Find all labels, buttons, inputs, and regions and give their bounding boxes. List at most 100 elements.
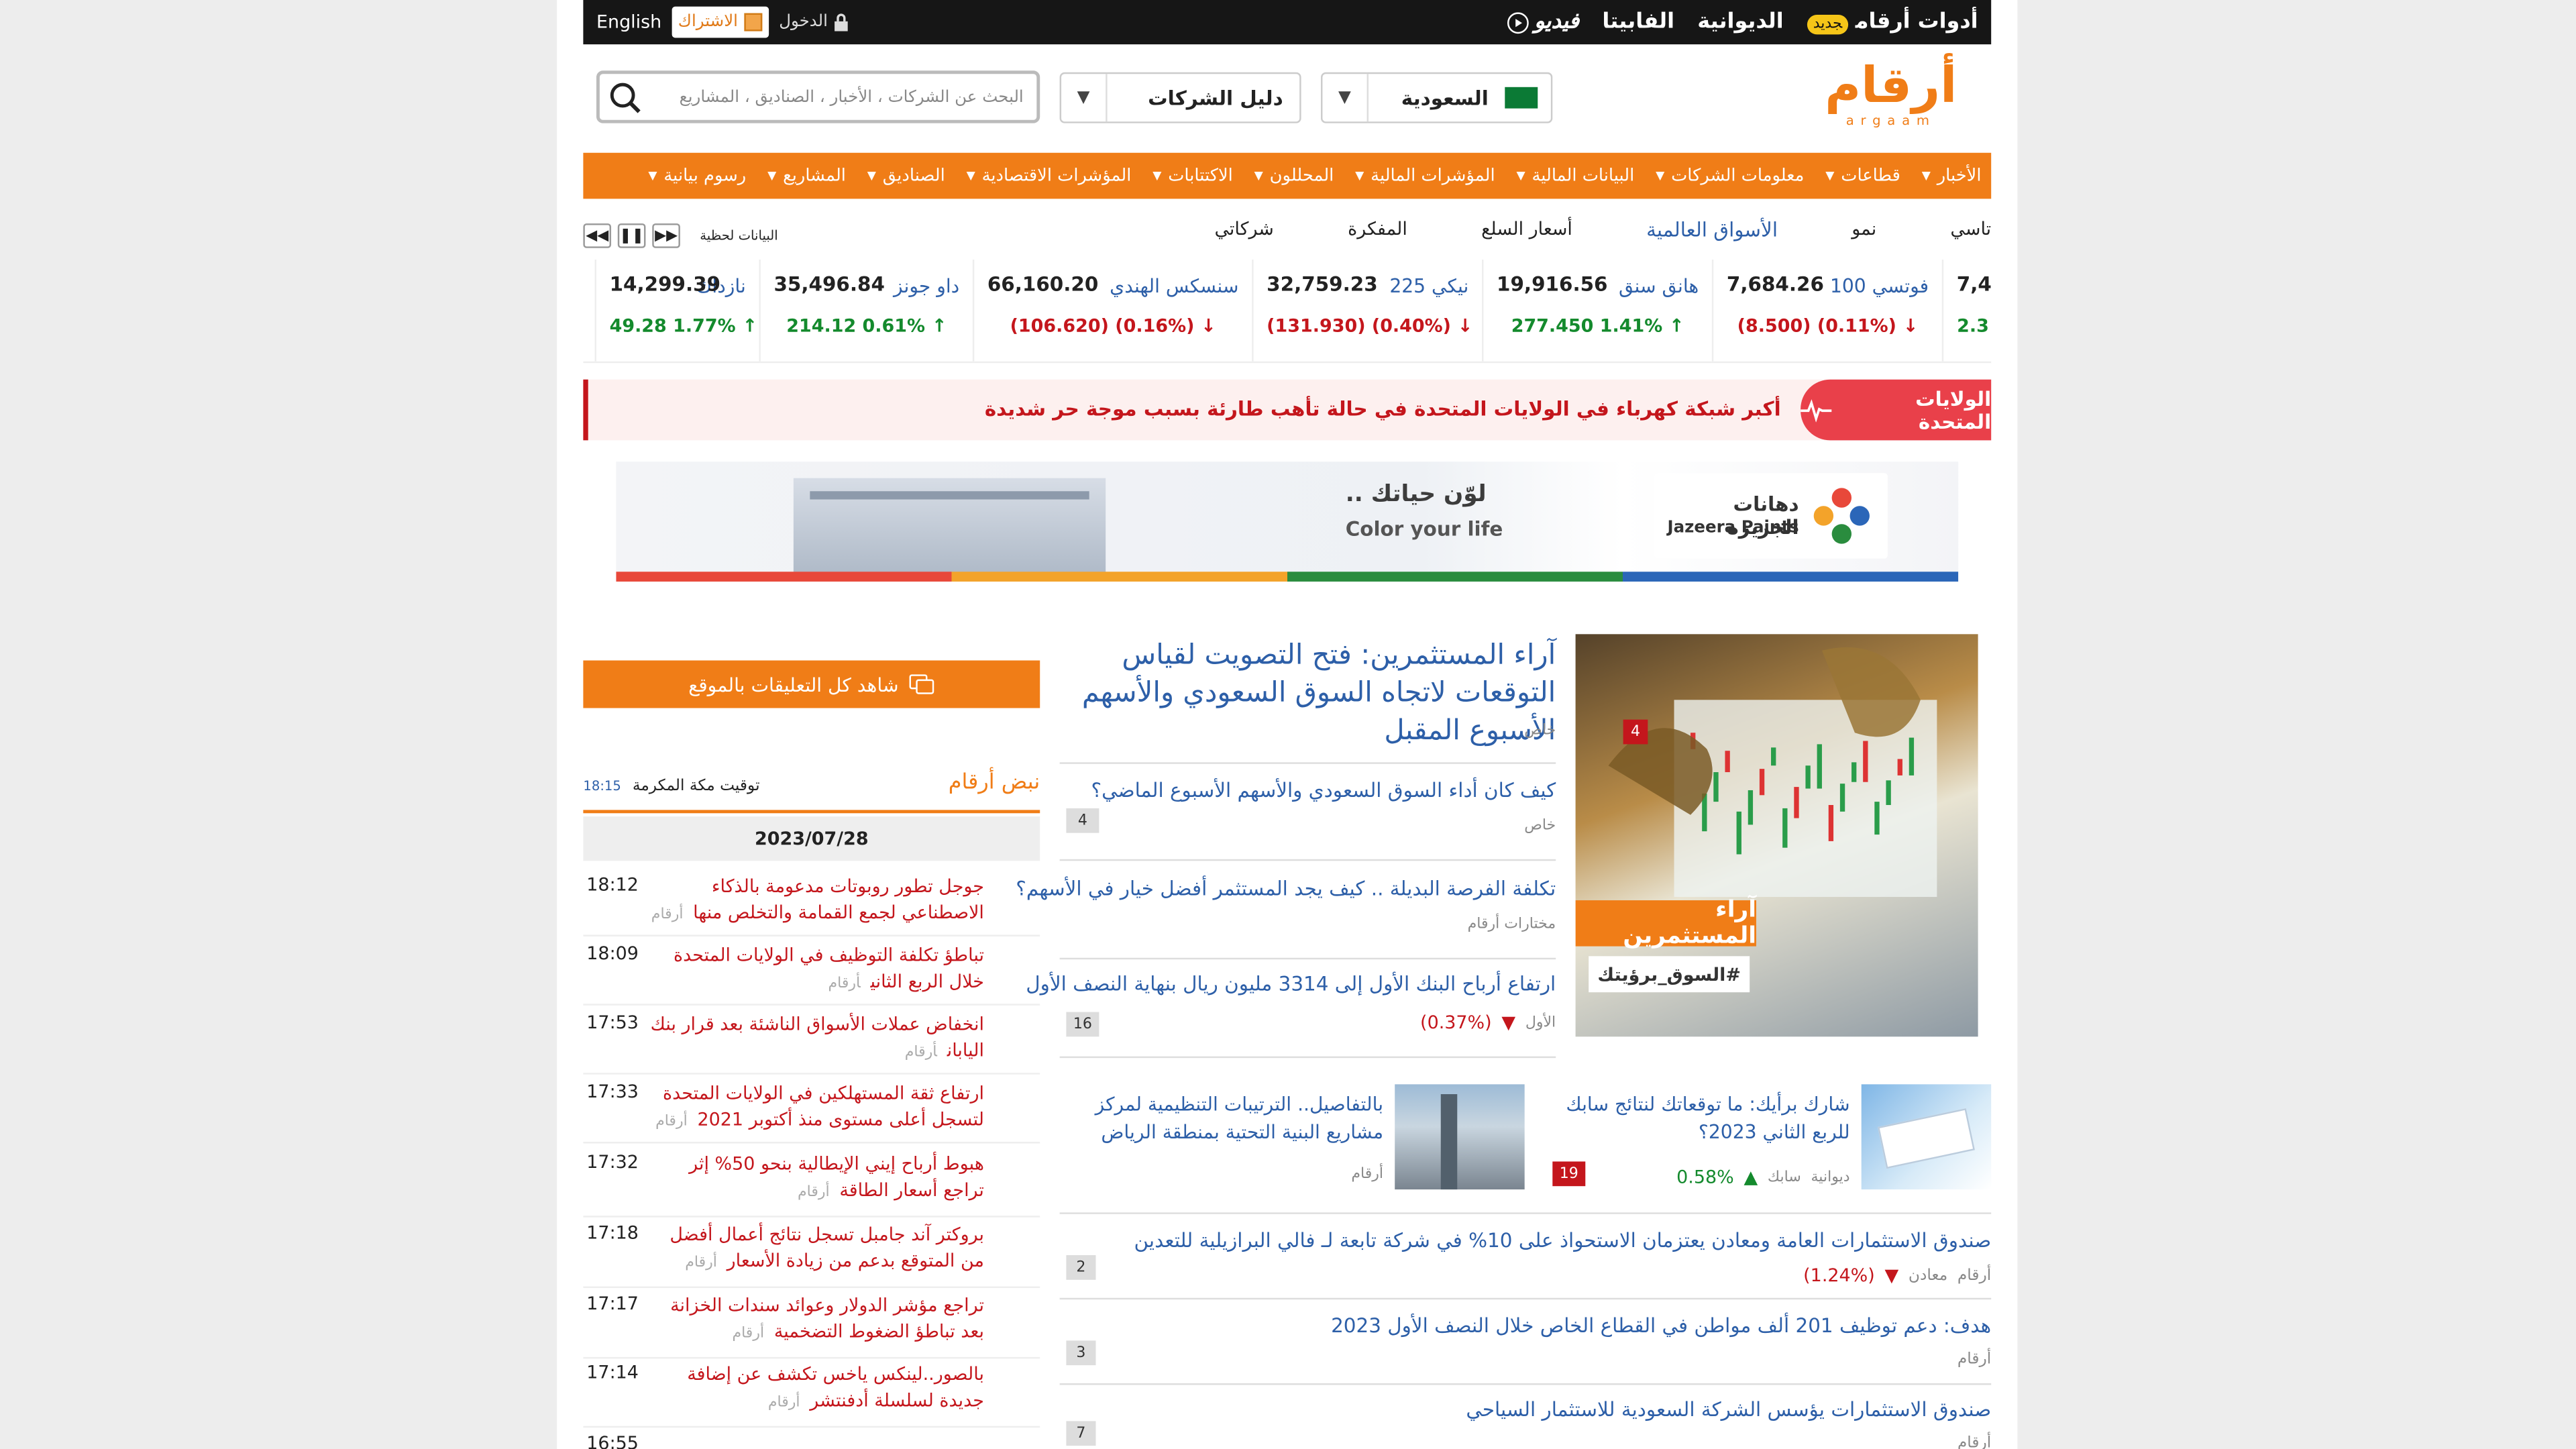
nav-item[interactable]: الأخبار ▼ — [1922, 166, 1982, 185]
ticker-item[interactable]: نازداك 14,299.39 49.28 1.77% ↑ — [594, 259, 759, 362]
ticker-item[interactable]: 7,46 2.3↑ — [1941, 259, 1991, 362]
market-tab[interactable]: نمو — [1851, 219, 1876, 248]
featured-link-comment-count[interactable]: 4 — [1066, 808, 1099, 833]
story-title[interactable]: صندوق الاستثمارات العامة ومعادن يعتزمان … — [1134, 1229, 1992, 1252]
pulse-headline[interactable]: بالصور..لينكس ياخس تكشف عن إضافة جديدة ل… — [649, 1362, 984, 1416]
story-row[interactable]: صندوق الاستثمارات يؤسس الشركة السعودية ل… — [1060, 1385, 1991, 1449]
featured-title[interactable]: آراء المستثمرين: فتح التصويت لقياس التوق… — [1066, 637, 1556, 751]
pulse-headline[interactable]: انخفاض عملات الأسواق الناشئة بعد قرار بن… — [649, 1012, 984, 1067]
story-comment-count[interactable]: 2 — [1066, 1255, 1096, 1280]
login-link[interactable]: الدخول — [779, 13, 849, 32]
pulse-item[interactable]: 18:12 جوجل تطور روبوتات مدعومة بالذكاء ال… — [583, 874, 1040, 936]
ticker-item[interactable]: نيكي 225 32,759.23 (131.930) (0.40%) ↓ — [1252, 259, 1482, 362]
lock-icon — [834, 13, 848, 32]
nav-item[interactable]: المشاريع ▼ — [767, 166, 846, 185]
diwaniya-link[interactable]: الديوانية — [1697, 10, 1783, 35]
market-tab[interactable]: الأسواق العالمية — [1646, 219, 1778, 248]
nav-item[interactable]: معلومات الشركات ▼ — [1656, 166, 1804, 185]
pulse-headline[interactable]: تراجع مؤشر الدولار وعوائد سندات الخزانة … — [649, 1293, 984, 1347]
nav-item[interactable]: الصناديق ▼ — [867, 166, 945, 185]
nav-item[interactable]: المحللون ▼ — [1254, 166, 1334, 185]
breaking-headline[interactable]: أكبر شبكة كهرباء في الولايات المتحدة في … — [985, 398, 1781, 421]
pulse-headline[interactable]: جوجل تطور روبوتات مدعومة بالذكاء الاصطنا… — [649, 874, 984, 928]
english-link[interactable]: English — [596, 11, 661, 33]
subscribe-button[interactable]: الاشتراك — [671, 6, 769, 38]
story-comment-count[interactable]: 3 — [1066, 1340, 1096, 1366]
featured-link[interactable]: كيف كان أداء السوق السعودي والأسهم الأسب… — [1059, 765, 1556, 861]
ticker-item[interactable]: داو جونز 35,496.84 214.12 0.61% ↑ — [759, 259, 972, 362]
card-riyadh-title[interactable]: بالتفاصيل.. الترتيبات التنظيمية لمركز مش… — [1063, 1091, 1383, 1146]
featured-link[interactable]: تكلفة الفرصة البديلة .. كيف يجد المستثمر… — [1016, 864, 1556, 960]
card-sabic-title[interactable]: شارك برأيك: ما توقعاتك لنتائج سابك للربع… — [1554, 1091, 1849, 1146]
market-tab[interactable]: المفكرة — [1348, 219, 1407, 248]
nav-item[interactable]: البيانات المالية ▼ — [1516, 166, 1634, 185]
story-title[interactable]: صندوق الاستثمارات يؤسس الشركة السعودية ل… — [1466, 1398, 1991, 1421]
page: English الاشتراك الدخول أدوات أرقامجديد … — [557, 0, 2018, 1449]
timezone-time: 18:15 — [583, 778, 621, 794]
argaam-logo[interactable]: أرقام argaam — [1809, 58, 1973, 135]
candle-shape — [1886, 780, 1891, 806]
pulse-headline[interactable]: ارتفاع ثقة المستهلكين في الولايات المتحد… — [649, 1081, 984, 1135]
card-sabic[interactable]: شارك برأيك: ما توقعاتك لنتائج سابك للربع… — [1552, 1084, 1992, 1193]
market-tab[interactable]: أسعار السلع — [1481, 219, 1572, 248]
pulse-item[interactable]: 17:33 ارتفاع ثقة المستهلكين في الولايات ا… — [583, 1081, 1040, 1144]
story-row[interactable]: صندوق الاستثمارات العامة ومعادن يعتزمان … — [1059, 1216, 1992, 1300]
ticker-item[interactable]: فوتسي 100 7,684.26 (8.500) (0.11%) ↓ — [1711, 259, 1942, 362]
pulse-headline[interactable]: تباطؤ تكلفة التوظيف في الولايات المتحدة … — [649, 943, 984, 998]
breaking-news-bar[interactable]: الولايات المتحدة أكبر شبكة كهرباء في الو… — [583, 379, 1992, 441]
story-meta: أرقام — [1957, 1350, 1991, 1368]
story-row[interactable]: هدف: دعم توظيف 201 ألف مواطن في القطاع ا… — [1059, 1301, 1992, 1385]
pulse-headline[interactable]: بروكتر آند جامبل تسجل نتائج أعمال أفضل م… — [649, 1222, 984, 1277]
nav-item[interactable]: المؤشرات المالية ▼ — [1355, 166, 1495, 185]
country-select[interactable]: ▼ السعودية — [1320, 72, 1553, 123]
search-icon[interactable] — [600, 74, 649, 120]
pulse-item[interactable]: 17:53 انخفاض عملات الأسواق الناشئة بعد قر… — [583, 1012, 1040, 1075]
nav-item[interactable]: المؤشرات الاقتصادية ▼ — [967, 166, 1132, 185]
pulse-title[interactable]: نبض أرقام — [949, 771, 1040, 796]
nav-item[interactable]: الاكتتابات ▼ — [1152, 166, 1233, 185]
pulse-headline[interactable] — [649, 1433, 984, 1449]
pulse-item[interactable]: 16:55 — [583, 1433, 1040, 1449]
all-comments-button[interactable]: شاهد كل التعليقات بالموقع — [583, 660, 1040, 708]
pulse-item[interactable]: 17:14 بالصور..لينكس ياخس تكشف عن إضافة جد… — [583, 1362, 1040, 1428]
featured-link-title[interactable]: كيف كان أداء السوق السعودي والأسهم الأسب… — [1091, 779, 1556, 802]
story-comment-count[interactable]: 7 — [1066, 1421, 1096, 1446]
featured-link-title[interactable]: تكلفة الفرصة البديلة .. كيف يجد المستثمر… — [1016, 877, 1556, 900]
pulse-item[interactable]: 17:32 هبوط أرباح إيني الإيطالية بنحو 50% … — [583, 1152, 1040, 1218]
ticker-item[interactable]: هانق سنق 19,916.56 277.450 1.41% ↑ — [1481, 259, 1712, 362]
featured-link-title[interactable]: ارتفاع أرباح البنك الأول إلى 3314 مليون … — [1026, 973, 1556, 996]
card-sabic-comment-count[interactable]: 19 — [1552, 1161, 1586, 1187]
pulse-headline-text: بالصور..لينكس ياخس تكشف عن إضافة جديدة ل… — [687, 1363, 984, 1411]
card-sabic-company[interactable]: سابك — [1768, 1169, 1801, 1185]
nav-item[interactable]: قطاعات ▼ — [1825, 166, 1900, 185]
tools-link[interactable]: أدوات أرقام جديد — [1806, 10, 1978, 35]
card-riyadh[interactable]: بالتفاصيل.. الترتيبات التنظيمية لمركز مش… — [1060, 1084, 1525, 1193]
featured-link[interactable]: ارتفاع أرباح البنك الأول إلى 3314 مليون … — [1026, 959, 1556, 1059]
market-tab[interactable]: شركاتي — [1214, 219, 1273, 248]
previous-icon[interactable]: ◀◀ — [583, 223, 612, 248]
chevron-down-icon: ▼ — [867, 169, 877, 182]
alphabeta-link[interactable]: الفابيتا — [1602, 10, 1674, 35]
company-directory-select[interactable]: ▼ دليل الشركات — [1059, 72, 1301, 123]
featured-link-comment-count[interactable]: 16 — [1066, 1012, 1099, 1037]
pulse-headline[interactable]: هبوط أرباح إيني الإيطالية بنحو 50% إثر ت… — [649, 1152, 984, 1206]
ticker-item[interactable]: سنسكس الهندي 66,160.20 (106.620) (0.16%) ↓ — [972, 259, 1252, 362]
pulse-item[interactable]: 18:09 تباطؤ تكلفة التوظيف في الولايات الم… — [583, 943, 1040, 1006]
pause-icon[interactable]: ❚❚ — [617, 223, 646, 248]
story-title[interactable]: هدف: دعم توظيف 201 ألف مواطن في القطاع ا… — [1331, 1314, 1991, 1337]
breaking-tag-label: الولايات المتحدة — [1915, 386, 1992, 433]
pulse-item[interactable]: 17:17 تراجع مؤشر الدولار وعوائد سندات الخ… — [583, 1293, 1040, 1359]
pulse-time: 17:53 — [586, 1012, 639, 1034]
search-input[interactable]: البحث عن الشركات ، الأخبار ، الصناديق ، … — [649, 88, 1036, 106]
video-link[interactable]: فيديو — [1507, 10, 1579, 34]
story-company[interactable]: معادن — [1909, 1267, 1947, 1285]
pulse-item[interactable]: 17:18 بروكتر آند جامبل تسجل نتائج أعمال أ… — [583, 1222, 1040, 1289]
featured-comment-count[interactable]: 4 — [1623, 719, 1648, 745]
search-box[interactable]: البحث عن الشركات ، الأخبار ، الصناديق ، … — [596, 70, 1040, 123]
ad-banner[interactable]: لوّن حياتك .. Color your life دهانات الج… — [616, 462, 1959, 582]
nav-item[interactable]: رسوم بيانية ▼ — [648, 166, 746, 185]
next-icon[interactable]: ▶▶ — [652, 223, 680, 248]
market-tab[interactable]: تاسي — [1950, 219, 1991, 248]
chevron-down-icon: ▼ — [1921, 169, 1931, 182]
featured-image[interactable]: آراء المستثمرين #السوق_برؤيتك — [1575, 634, 1978, 1037]
